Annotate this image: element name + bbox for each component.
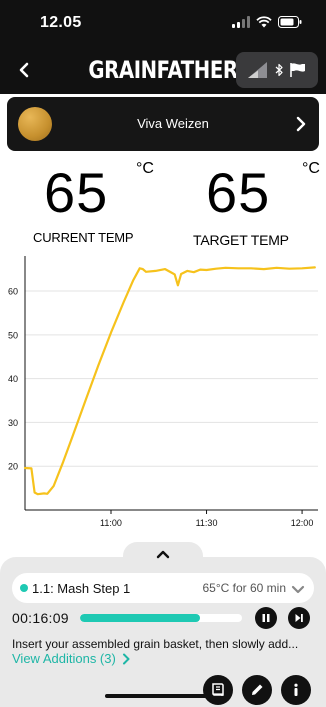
step-info: 65°C for 60 min — [202, 581, 286, 595]
chevron-up-icon — [156, 550, 170, 559]
skip-next-icon — [295, 614, 303, 622]
wifi-icon — [256, 15, 272, 33]
step-instructions: Insert your assembled grain basket, then… — [12, 637, 299, 651]
pause-button[interactable] — [255, 607, 277, 629]
connection-button[interactable] — [236, 52, 318, 88]
signal-icon — [232, 15, 250, 33]
step-progress-bar — [80, 614, 242, 622]
temperature-chart: 20 30 40 50 60 11:00 11:30 12:00 — [8, 256, 318, 528]
current-temp-value: 65 — [44, 161, 109, 224]
status-time: 12.05 — [40, 14, 82, 31]
y-tick-label: 50 — [8, 330, 18, 340]
bluetooth-icon — [275, 63, 283, 77]
x-tick-label: 11:30 — [196, 518, 218, 528]
edit-button[interactable] — [242, 675, 272, 705]
status-bar: 12.05 — [0, 0, 326, 46]
skip-next-button[interactable] — [288, 607, 310, 629]
x-tick-label: 12:00 — [291, 518, 314, 528]
step-name: 1.1: Mash Step 1 — [32, 581, 131, 596]
view-additions-link[interactable]: View Additions (3) — [12, 651, 130, 666]
status-icons — [232, 15, 302, 33]
target-temp-value: 65 — [206, 161, 271, 224]
flag-icon — [290, 63, 305, 77]
step-status-dot — [20, 584, 28, 592]
chevron-right-icon — [296, 116, 306, 132]
mash-step-selector[interactable]: 1.1: Mash Step 1 65°C for 60 min — [12, 573, 314, 603]
book-icon — [212, 683, 224, 696]
recipe-avatar — [18, 107, 52, 141]
view-additions-label: View Additions (3) — [12, 651, 116, 666]
recipe-card[interactable]: Viva Weizen — [7, 97, 319, 151]
pencil-icon — [252, 684, 263, 695]
panel-expand-button[interactable] — [123, 542, 203, 566]
y-tick-label: 20 — [8, 462, 18, 472]
current-temp-unit: °C — [136, 160, 154, 177]
chevron-down-icon — [291, 585, 305, 594]
nav-bar: GRAINFATHER — [0, 46, 326, 94]
step-timer: 00:16:09 — [12, 610, 69, 626]
target-temp-unit: °C — [302, 160, 320, 177]
x-tick-label: 11:00 — [100, 518, 122, 528]
y-tick-label: 30 — [8, 418, 18, 428]
chevron-right-icon — [122, 653, 130, 664]
recipe-book-button[interactable] — [203, 675, 233, 705]
y-tick-label: 40 — [8, 374, 18, 384]
target-temp-label: TARGET TEMP — [193, 232, 289, 248]
current-temp-label: CURRENT TEMP — [33, 230, 134, 245]
pause-icon — [262, 614, 270, 622]
signal-bars-icon — [248, 62, 267, 78]
info-icon — [294, 683, 298, 696]
recipe-name: Viva Weizen — [137, 116, 209, 131]
step-progress-fill — [80, 614, 200, 622]
battery-icon — [278, 15, 302, 33]
y-tick-label: 60 — [8, 287, 18, 297]
temperature-series-line — [23, 266, 316, 496]
info-button[interactable] — [281, 675, 311, 705]
